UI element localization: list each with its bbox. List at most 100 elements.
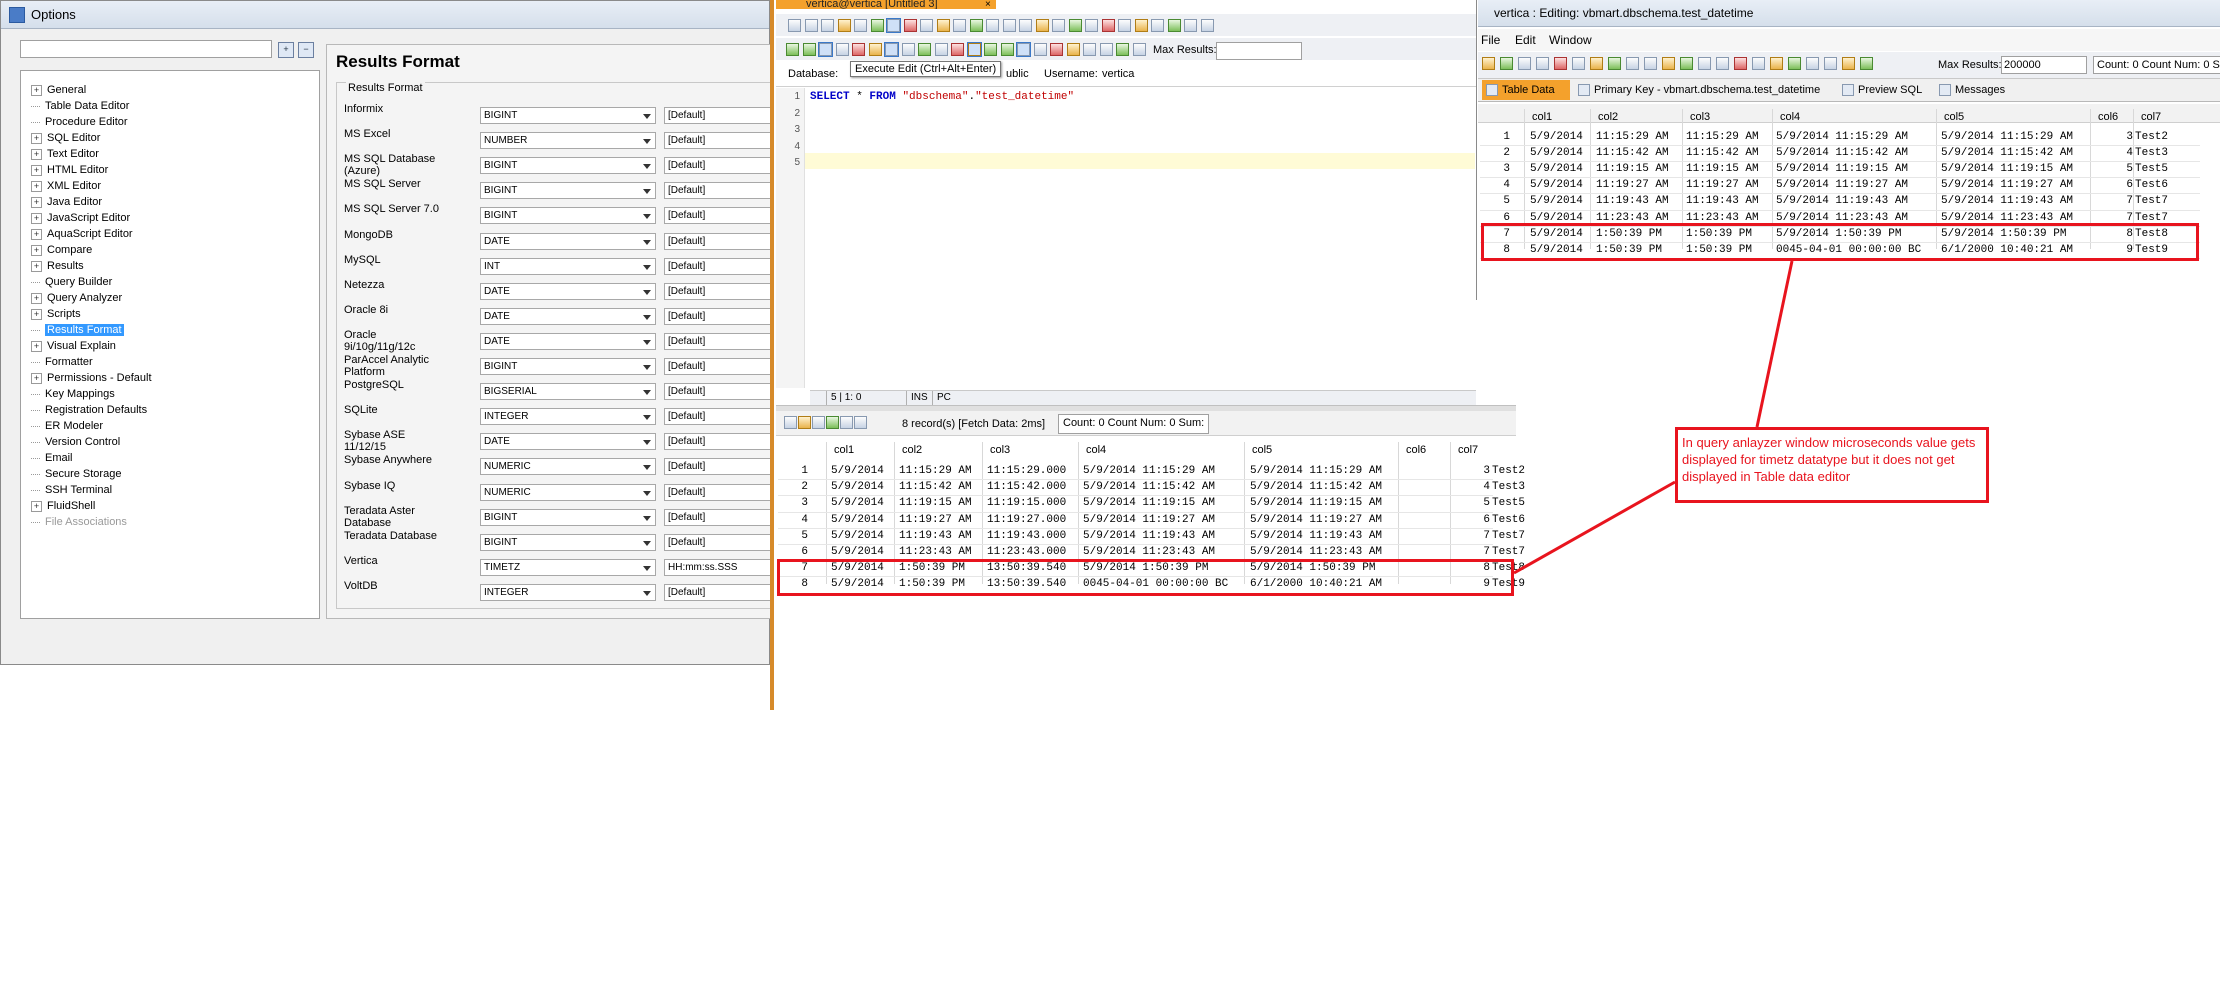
toolbar-button-icon[interactable] — [1842, 57, 1855, 70]
type-dropdown[interactable]: DATE — [480, 282, 656, 300]
format-input[interactable]: [Default] — [664, 132, 774, 150]
toolbar-button-icon[interactable] — [812, 416, 825, 429]
type-dropdown[interactable]: NUMERIC — [480, 458, 656, 476]
table-cell[interactable]: 7 — [1470, 546, 1490, 558]
table-cell[interactable]: 5/9/2014 11:19:15 AM — [1776, 163, 1908, 175]
toolbar-button-icon[interactable] — [852, 43, 865, 56]
table-cell[interactable]: 5/9/2014 — [1530, 195, 1583, 207]
toolbar-button-icon[interactable] — [1608, 57, 1621, 70]
toolbar-button-icon[interactable] — [1590, 57, 1603, 70]
expand-icon[interactable]: + — [31, 84, 42, 96]
toolbar-button-icon[interactable] — [1118, 19, 1131, 32]
toolbar-button-icon[interactable] — [920, 19, 933, 32]
format-input[interactable]: [Default] — [664, 483, 774, 501]
table-cell[interactable]: 5/9/2014 11:15:42 AM — [1776, 147, 1908, 159]
format-input[interactable]: [Default] — [664, 508, 774, 526]
table-cell[interactable]: 11:19:15 AM — [1686, 163, 1759, 175]
toolbar-button-icon[interactable] — [986, 19, 999, 32]
toolbar-button-icon[interactable] — [802, 43, 816, 56]
table-cell[interactable]: 11:15:42 AM — [899, 481, 972, 493]
table-cell[interactable]: 5/9/2014 — [831, 514, 884, 526]
column-header[interactable]: col4 — [1086, 444, 1106, 456]
toolbar-button-icon[interactable] — [1050, 43, 1063, 56]
toolbar-button-icon[interactable] — [1099, 43, 1113, 56]
table-cell[interactable]: 5/9/2014 — [831, 497, 884, 509]
table-cell[interactable]: 11:19:27 AM — [899, 514, 972, 526]
column-header[interactable]: col2 — [1598, 111, 1618, 123]
toolbar-button-icon[interactable] — [1518, 57, 1531, 70]
toolbar-button-icon[interactable] — [1482, 57, 1495, 70]
table-cell[interactable]: 11:23:43 AM — [899, 546, 972, 558]
table-cell[interactable]: 7 — [2113, 195, 2133, 207]
toolbar-button-icon[interactable] — [1035, 19, 1049, 32]
table-cell[interactable]: 11:15:42 AM — [1686, 147, 1759, 159]
table-cell[interactable]: 5/9/2014 — [831, 481, 884, 493]
type-dropdown[interactable]: BIGINT — [480, 358, 656, 375]
toolbar-button-icon[interactable] — [798, 416, 811, 429]
type-dropdown[interactable]: TIMETZ — [480, 558, 656, 576]
toolbar-button-icon[interactable] — [1083, 43, 1096, 56]
type-dropdown[interactable]: NUMBER — [480, 132, 656, 150]
toolbar-button-icon[interactable] — [1500, 57, 1513, 70]
table-cell[interactable]: Test2 — [2135, 131, 2168, 143]
toolbar-button-icon[interactable] — [1085, 19, 1098, 32]
table-cell[interactable]: 4 — [2113, 147, 2133, 159]
table-cell[interactable]: 5/9/2014 11:19:15 AM — [1250, 497, 1382, 509]
table-cell[interactable]: 5/9/2014 11:19:15 AM — [1941, 163, 2073, 175]
table-cell[interactable]: 5/9/2014 11:15:29 AM — [1776, 131, 1908, 143]
table-cell[interactable]: 6 — [2113, 179, 2133, 191]
table-cell[interactable]: 11:19:43 AM — [1596, 195, 1669, 207]
table-cell[interactable]: 11:23:43.000 — [987, 546, 1066, 558]
table-cell[interactable]: 7 — [2113, 212, 2133, 224]
toolbar-button-icon[interactable] — [1770, 57, 1783, 70]
toolbar-button-icon[interactable] — [1662, 57, 1675, 70]
table-cell[interactable]: 5/9/2014 11:23:43 AM — [1250, 546, 1382, 558]
column-header[interactable]: col6 — [2098, 111, 2118, 123]
menu-window[interactable]: Window — [1549, 33, 1592, 47]
format-input[interactable]: [Default] — [664, 383, 774, 401]
table-cell[interactable]: 11:19:43 AM — [1686, 195, 1759, 207]
table-cell[interactable]: 5/9/2014 11:15:29 AM — [1083, 465, 1215, 477]
table-cell[interactable]: 5/9/2014 — [1530, 147, 1583, 159]
table-cell[interactable]: 11:15:29 AM — [899, 465, 972, 477]
toolbar-button-icon[interactable] — [1806, 57, 1819, 70]
table-cell[interactable]: Test7 — [2135, 212, 2168, 224]
toolbar-button-icon[interactable] — [854, 416, 867, 429]
type-dropdown[interactable]: DATE — [480, 332, 656, 350]
table-cell[interactable]: Test2 — [1492, 465, 1525, 477]
table-cell[interactable]: 11:19:43.000 — [987, 530, 1066, 542]
column-header[interactable]: col1 — [1532, 111, 1552, 123]
table-cell[interactable]: 3 — [2113, 131, 2133, 143]
query-analyzer-tab-title[interactable]: vertica@vertica [Untitled 3] — [776, 0, 996, 9]
table-cell[interactable]: 11:19:27 AM — [1596, 179, 1669, 191]
column-header[interactable]: col4 — [1780, 111, 1800, 123]
toolbar-button-icon[interactable] — [826, 416, 839, 429]
table-cell[interactable]: 5/9/2014 11:19:27 AM — [1250, 514, 1382, 526]
toolbar-button-icon[interactable] — [984, 43, 997, 56]
toolbar-button-icon[interactable] — [901, 43, 915, 56]
toolbar-button-icon[interactable] — [1151, 19, 1164, 32]
table-cell[interactable]: 11:19:43 AM — [899, 530, 972, 542]
format-input[interactable]: [Default] — [664, 157, 774, 175]
toolbar-button-icon[interactable] — [1554, 57, 1567, 70]
type-dropdown[interactable]: BIGINT — [480, 182, 656, 200]
toolbar-button-icon[interactable] — [1734, 57, 1747, 70]
table-cell[interactable]: 5/9/2014 11:19:15 AM — [1083, 497, 1215, 509]
table-cell[interactable]: 5/9/2014 — [1530, 131, 1583, 143]
format-input[interactable]: [Default] — [664, 282, 774, 300]
table-cell[interactable]: 5/9/2014 11:23:43 AM — [1941, 212, 2073, 224]
toolbar-button-icon[interactable] — [1644, 57, 1657, 70]
options-search-input[interactable] — [20, 40, 272, 58]
toolbar-button-icon[interactable] — [837, 19, 851, 32]
toolbar-button-icon[interactable] — [934, 43, 948, 56]
type-dropdown[interactable]: BIGINT — [480, 157, 656, 175]
toolbar-button-icon[interactable] — [936, 19, 950, 32]
tree-item[interactable]: + General — [31, 83, 86, 98]
column-header[interactable]: col7 — [2141, 111, 2161, 123]
format-input[interactable]: [Default] — [664, 583, 774, 601]
table-cell[interactable]: Test7 — [1492, 546, 1525, 558]
format-input[interactable]: [Default] — [664, 207, 774, 225]
menu-edit[interactable]: Edit — [1515, 33, 1536, 47]
toolbar-button-icon[interactable] — [1626, 57, 1639, 70]
table-cell[interactable]: 5/9/2014 — [831, 546, 884, 558]
